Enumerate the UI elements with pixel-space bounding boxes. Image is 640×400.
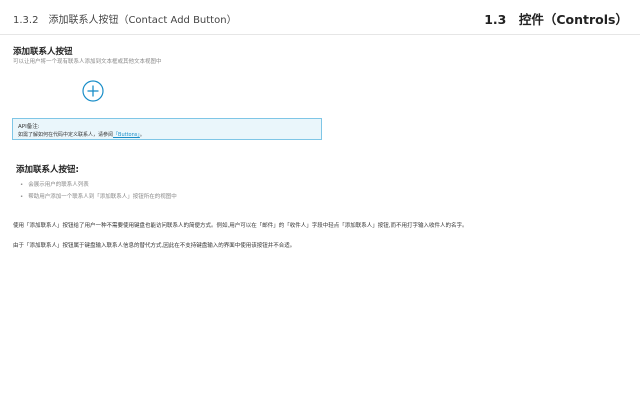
page-header: 1.3.2 添加联系人按钮（Contact Add Button） 1.3 控件… — [0, 0, 640, 35]
list-item: 会展示用户的联系人列表 — [20, 179, 177, 191]
api-note-text-after: 。 — [139, 132, 145, 138]
item-description: 可以让用户将一个现有联系人添加到文本框或其他文本视图中 — [13, 59, 162, 65]
api-note-label: API备注: — [18, 124, 40, 130]
usage-title: 添加联系人按钮: — [16, 165, 79, 175]
api-note-text: 如需了解如何在代码中定义联系人，请参阅「Buttons」。 — [18, 131, 145, 138]
paragraph-limitation: 由于「添加联系人」按钮属于键盘输入联系人信息的替代方式,因此在不支持键盘输入的界… — [13, 243, 296, 249]
list-item: 帮助用户添加一个联系人到「添加联系人」按钮所在的视图中 — [20, 191, 177, 203]
api-note-text-before: 如需了解如何在代码中定义联系人，请参阅 — [18, 132, 114, 138]
api-note-box: API备注: 如需了解如何在代码中定义联系人，请参阅「Buttons」。 — [12, 118, 322, 140]
paragraph-usage: 使用「添加联系人」按钮给了用户一种不需要使用键盘也能访问联系人的简便方式。例如,… — [13, 223, 468, 229]
usage-list: 会展示用户的联系人列表 帮助用户添加一个联系人到「添加联系人」按钮所在的视图中 — [20, 179, 177, 203]
buttons-link[interactable]: 「Buttons」 — [113, 132, 140, 138]
item-title: 添加联系人按钮 — [13, 47, 73, 57]
section-title: 1.3.2 添加联系人按钮（Contact Add Button） — [13, 15, 237, 26]
chapter-title: 1.3 控件（Controls） — [484, 12, 628, 27]
contact-add-button[interactable] — [82, 80, 104, 102]
plus-circle-icon — [82, 80, 104, 102]
